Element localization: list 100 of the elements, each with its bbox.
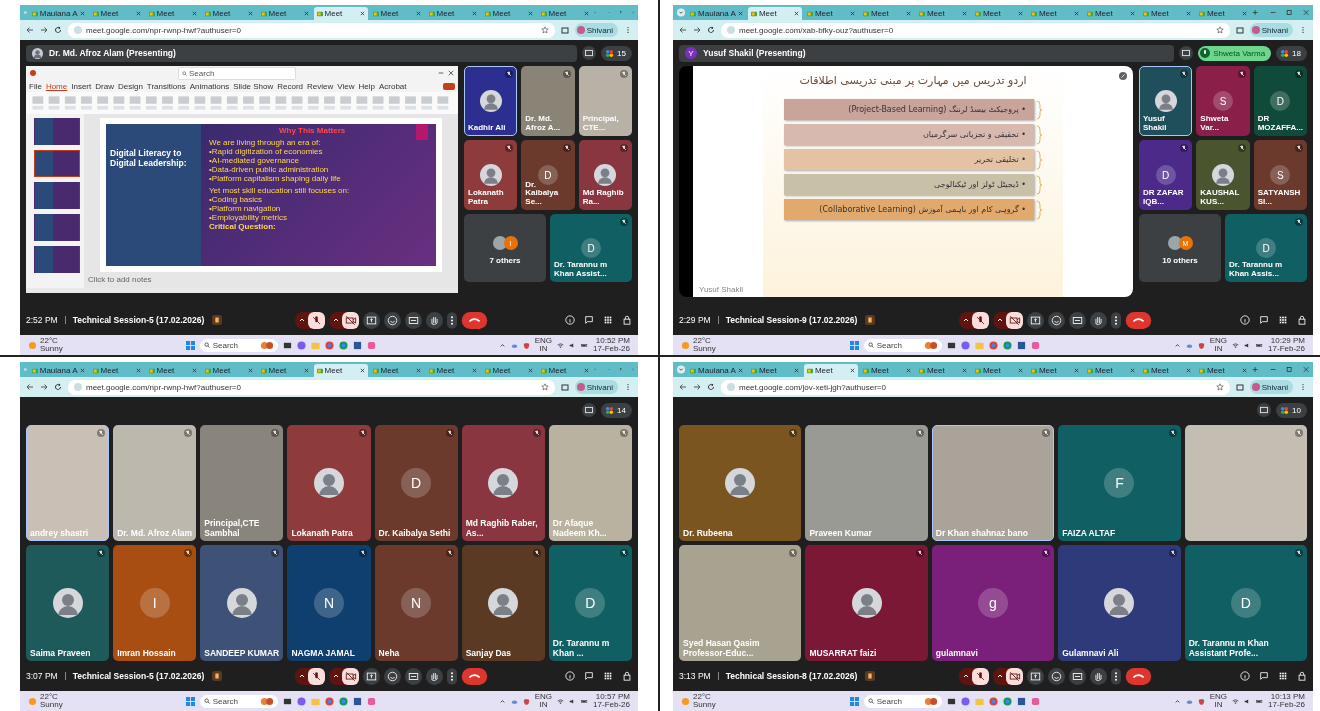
browser-tab[interactable]: Meet [1027, 7, 1082, 20]
more-icon[interactable] [1299, 383, 1307, 391]
microphone-control[interactable] [958, 311, 989, 329]
host-controls-icon[interactable] [865, 315, 876, 325]
browser-tab[interactable]: Meet [971, 7, 1026, 20]
star-icon[interactable] [1215, 383, 1224, 391]
pin-icon[interactable] [1119, 72, 1127, 80]
host-controls-icon[interactable] [865, 671, 876, 681]
browser-tab[interactable]: Meet [971, 364, 1026, 377]
chat-icon[interactable] [584, 671, 594, 681]
extensions-icon[interactable] [1235, 383, 1244, 391]
copilot-icon[interactable] [960, 340, 970, 350]
mic-off-icon[interactable] [971, 667, 989, 685]
back-icon[interactable] [679, 26, 687, 34]
copilot-icon[interactable] [296, 340, 306, 350]
task-view-icon[interactable] [282, 340, 292, 350]
slide-thumbnail[interactable] [34, 246, 80, 273]
present-screen-icon[interactable] [1026, 667, 1044, 685]
browser-tab[interactable]: Meet [313, 7, 368, 20]
windows-start-icon[interactable] [849, 340, 859, 350]
browser-tab[interactable]: Meet [201, 7, 256, 20]
profile-button[interactable]: Shivani [574, 380, 618, 394]
raise-hand-icon[interactable] [1089, 667, 1107, 685]
lock-icon[interactable] [622, 671, 632, 681]
mic-off-icon[interactable] [971, 311, 989, 329]
star-icon[interactable] [540, 383, 549, 391]
browser-tab[interactable]: Meet [145, 7, 200, 20]
url-field[interactable]: meet.google.com/xab-bfky-ouz?authuser=0 [721, 22, 1230, 38]
task-view-icon[interactable] [946, 696, 956, 706]
info-icon[interactable] [1240, 315, 1250, 325]
ribbon-tab[interactable]: Record [277, 81, 304, 91]
caret-icon[interactable] [297, 316, 306, 324]
people-button[interactable]: 14 [601, 402, 632, 418]
star-icon[interactable] [1215, 26, 1224, 34]
lock-icon[interactable] [622, 315, 632, 325]
browser-tab[interactable]: Meet [89, 7, 144, 20]
browser-tab[interactable]: Meet [1027, 364, 1082, 377]
app-icon[interactable] [1030, 340, 1040, 350]
shield-icon[interactable] [1197, 697, 1205, 705]
apps-grid-icon[interactable] [1278, 671, 1288, 681]
host-controls-icon[interactable] [212, 671, 223, 681]
caret-icon[interactable] [995, 316, 1004, 324]
end-call-icon[interactable] [1124, 667, 1152, 685]
input-language[interactable]: ENG [534, 337, 553, 345]
cloud-icon[interactable] [1185, 341, 1193, 349]
slide-thumbnail[interactable] [34, 118, 80, 145]
apps-grid-icon[interactable] [1278, 315, 1288, 325]
browser-tab[interactable]: Meet [145, 364, 200, 377]
cloud-icon[interactable] [510, 697, 518, 705]
people-button[interactable]: 10 [1276, 402, 1307, 418]
browser-tab[interactable]: Meet [481, 7, 536, 20]
slide-thumbnail[interactable] [34, 214, 80, 241]
profile-button[interactable]: Shivani [1249, 380, 1293, 394]
people-button[interactable]: 15 [601, 45, 632, 61]
extensions-icon[interactable] [560, 26, 569, 34]
clock-time[interactable]: 10:13 PM [1270, 693, 1305, 701]
more-icon[interactable] [624, 383, 632, 391]
more-icon[interactable] [1299, 26, 1307, 34]
task-view-icon[interactable] [282, 696, 292, 706]
caret-icon[interactable] [297, 672, 306, 680]
wifi-icon[interactable] [557, 341, 565, 349]
apps-grid-icon[interactable] [603, 315, 613, 325]
profile-button[interactable]: Shivani [1249, 23, 1293, 37]
chat-icon[interactable] [1259, 671, 1269, 681]
apps-grid-icon[interactable] [603, 671, 613, 681]
screen-share-icon[interactable] [1257, 403, 1272, 417]
raise-hand-icon[interactable] [425, 311, 443, 329]
wifi-icon[interactable] [557, 697, 565, 705]
more-options-icon[interactable] [1110, 667, 1121, 685]
browser-tab[interactable]: Meet [1139, 7, 1194, 20]
wifi-icon[interactable] [1232, 341, 1240, 349]
people-button[interactable]: 18 [1276, 45, 1307, 61]
screen-share-icon[interactable] [582, 46, 597, 60]
wifi-icon[interactable] [1232, 697, 1240, 705]
notes-placeholder[interactable]: Click to add notes [88, 275, 152, 284]
forward-icon[interactable] [40, 26, 48, 34]
screen-share-icon[interactable] [1179, 46, 1194, 60]
emoji-icon[interactable] [383, 311, 401, 329]
browser-tab[interactable]: Meet [859, 364, 914, 377]
extensions-icon[interactable] [1235, 26, 1244, 34]
camera-control[interactable] [328, 311, 359, 329]
camera-off-icon[interactable] [1005, 667, 1023, 685]
captions-icon[interactable] [1068, 311, 1086, 329]
more-options-icon[interactable] [1110, 311, 1121, 329]
present-screen-icon[interactable] [362, 311, 380, 329]
clock-time[interactable]: 10:57 PM [595, 693, 630, 701]
browser-tab[interactable]: Meet [537, 364, 592, 377]
lock-icon[interactable] [1297, 315, 1307, 325]
browser-tab[interactable]: Meet [369, 7, 424, 20]
microphone-control[interactable] [294, 311, 325, 329]
back-icon[interactable] [679, 383, 687, 391]
mic-off-icon[interactable] [307, 667, 325, 685]
document-app-icon[interactable] [1016, 696, 1026, 706]
browser-tab[interactable]: Meet [425, 7, 480, 20]
browser-tab[interactable]: Meet [257, 364, 312, 377]
input-language[interactable]: ENG [1209, 337, 1228, 345]
browser-tab[interactable]: Meet [1083, 7, 1138, 20]
browser-tab[interactable]: Meet [803, 364, 858, 377]
ribbon-tab[interactable]: Draw [95, 81, 114, 91]
camera-control[interactable] [992, 311, 1023, 329]
